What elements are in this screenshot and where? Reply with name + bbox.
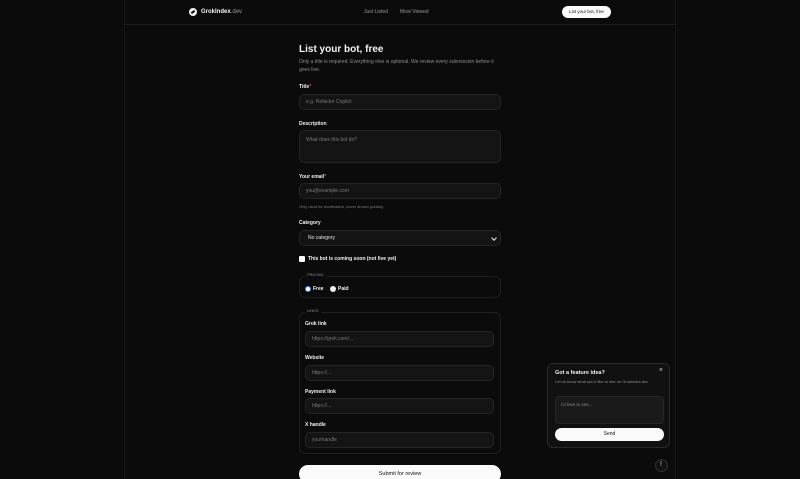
pricing-free-radio[interactable] — [305, 286, 311, 292]
pricing-legend: PRICING — [305, 272, 326, 277]
feedback-toggle-icon[interactable] — [655, 459, 668, 472]
required-asterisk: * — [309, 84, 312, 90]
coming-soon-checkbox[interactable] — [299, 256, 305, 262]
feedback-subtitle: Let us know what you'd like to see on Gr… — [555, 379, 649, 384]
logo-icon — [189, 8, 197, 16]
email-hint: Only used for moderation, never shown pu… — [299, 204, 385, 209]
category-label: Category — [299, 220, 321, 226]
list-your-bot-button[interactable]: List your bot, free — [562, 6, 611, 18]
grok-link-label: Grok link — [305, 321, 327, 327]
submit-button[interactable]: Submit for review — [299, 465, 501, 479]
grok-link-input[interactable]: https://grok.com/... — [305, 331, 494, 347]
feedback-title: Got a feature idea? — [555, 370, 605, 376]
title-label: Title* — [299, 84, 312, 90]
email-input[interactable]: you@example.com — [299, 183, 501, 199]
nav-most-viewed[interactable]: Most Viewed — [400, 9, 429, 15]
pricing-paid-label: Paid — [338, 286, 349, 292]
brand-logo[interactable]: GrokIndex.dev — [189, 8, 242, 16]
required-asterisk: * — [324, 174, 327, 180]
payment-link-input[interactable]: https://... — [305, 398, 494, 414]
chevron-down-icon — [491, 235, 497, 241]
feedback-popup: Got a feature idea? × Let us know what y… — [547, 363, 670, 448]
intro-text: Only a title is required. Everything els… — [299, 59, 494, 73]
links-legend: LINKS — [305, 308, 321, 313]
title-input[interactable]: e.g. Refactor Copilot — [299, 94, 501, 110]
description-textarea[interactable]: What does this bot do? — [299, 130, 501, 163]
nav-just-listed[interactable]: Just Listed — [364, 9, 388, 15]
website-input[interactable]: https://... — [305, 365, 494, 381]
feedback-textarea[interactable]: I'd love to see... — [555, 396, 664, 424]
pricing-paid-radio[interactable] — [330, 286, 336, 292]
website-label: Website — [305, 355, 325, 361]
category-value: No category — [308, 235, 335, 241]
coming-soon-label: This bot is coming soon (not live yet) — [308, 256, 397, 262]
x-handle-input[interactable]: yourhandle — [305, 432, 494, 448]
payment-link-label: Payment link — [305, 389, 336, 395]
close-icon[interactable]: × — [659, 367, 663, 374]
feedback-send-button[interactable]: Send — [555, 428, 664, 441]
brand-name: GrokIndex.dev — [201, 9, 243, 15]
description-label: Description — [299, 121, 327, 127]
category-select[interactable]: No category — [299, 230, 501, 246]
email-label: Your email* — [299, 174, 327, 180]
x-handle-label: X handle — [305, 422, 326, 428]
page-title: List your bot, free — [299, 44, 384, 55]
pricing-free-label: Free — [313, 286, 324, 292]
